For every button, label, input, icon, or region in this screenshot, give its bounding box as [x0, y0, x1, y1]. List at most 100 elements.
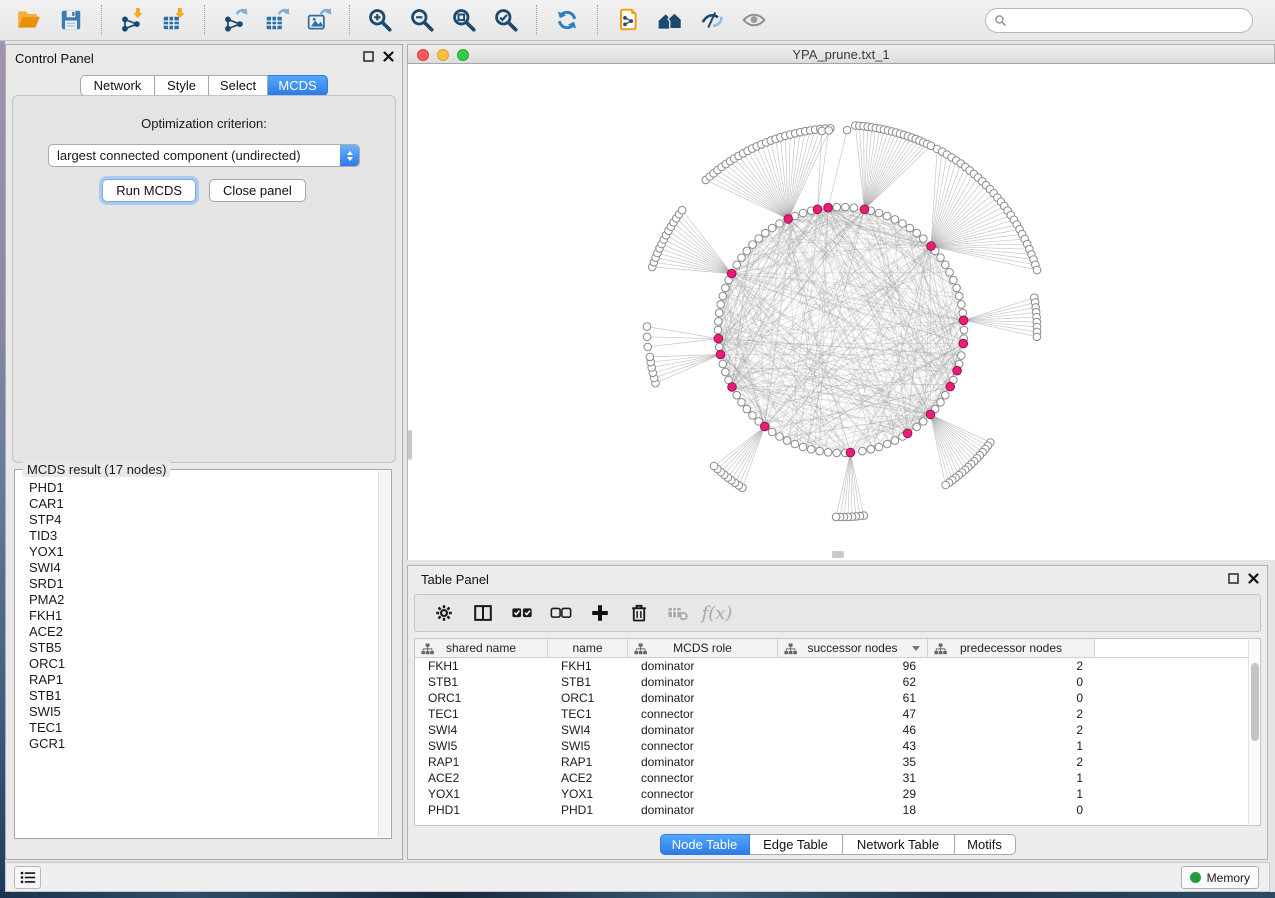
mcds-hub-node[interactable]	[953, 366, 962, 375]
run-mcds-button[interactable]: Run MCDS	[102, 179, 196, 202]
network-node[interactable]	[958, 301, 966, 309]
network-node[interactable]	[946, 269, 954, 277]
mcds-result-node[interactable]: GCR1	[16, 736, 377, 752]
network-node[interactable]	[920, 418, 928, 426]
network-node[interactable]	[799, 443, 807, 451]
tab-mcds[interactable]: MCDS	[268, 75, 328, 96]
network-node[interactable]	[942, 261, 950, 269]
table-scrollbar-thumb[interactable]	[1251, 663, 1259, 741]
add-icon[interactable]	[587, 600, 613, 626]
network-node[interactable]	[891, 216, 899, 224]
network-graph[interactable]	[408, 64, 1275, 560]
tab-select[interactable]: Select	[209, 75, 268, 96]
mcds-hub-node[interactable]	[959, 316, 968, 325]
network-node[interactable]	[906, 224, 914, 232]
table-row[interactable]: PHD1PHD1dominator180	[415, 802, 1260, 818]
mcds-result-node[interactable]: ACE2	[16, 624, 377, 640]
mcds-hub-node[interactable]	[860, 205, 869, 214]
mcds-result-node[interactable]: STB1	[16, 688, 377, 704]
network-node[interactable]	[733, 391, 741, 399]
network-leaf-node[interactable]	[646, 353, 654, 361]
mcds-result-node[interactable]: ORC1	[16, 656, 377, 672]
network-node[interactable]	[738, 254, 746, 262]
network-node[interactable]	[953, 284, 961, 292]
network-leaf-node[interactable]	[643, 323, 651, 331]
network-node[interactable]	[755, 235, 763, 243]
column-header-MCDS-role[interactable]: MCDS role	[628, 639, 778, 657]
network-node[interactable]	[920, 235, 928, 243]
network-node[interactable]	[768, 224, 776, 232]
network-node[interactable]	[776, 433, 784, 441]
mcds-hub-node[interactable]	[761, 422, 770, 431]
export-table-icon[interactable]	[262, 5, 292, 35]
search-box[interactable]	[985, 8, 1253, 33]
network-leaf-node[interactable]	[1033, 333, 1041, 341]
column-header-shared-name[interactable]: shared name	[415, 639, 548, 657]
mcds-hub-node[interactable]	[813, 205, 822, 214]
network-canvas[interactable]	[407, 64, 1275, 560]
mcds-result-node[interactable]: YOX1	[16, 544, 377, 560]
zoom-fit-icon[interactable]	[449, 5, 479, 35]
network-node[interactable]	[799, 209, 807, 217]
mcds-result-node[interactable]: SWI4	[16, 560, 377, 576]
network-leaf-node[interactable]	[942, 481, 950, 489]
delete-icon[interactable]	[626, 600, 652, 626]
network-node[interactable]	[899, 220, 907, 228]
minimize-window-icon[interactable]	[437, 49, 449, 61]
mcds-result-node[interactable]: STP4	[16, 512, 377, 528]
memory-button[interactable]: Memory	[1181, 866, 1259, 889]
mcds-hub-node[interactable]	[714, 334, 723, 343]
network-node[interactable]	[937, 254, 945, 262]
network-node[interactable]	[875, 209, 883, 217]
mcds-hub-node[interactable]	[846, 448, 855, 457]
tab-node-table[interactable]: Node Table	[660, 834, 750, 855]
import-network-icon[interactable]	[117, 5, 147, 35]
close-panel-icon[interactable]	[383, 51, 394, 62]
network-node[interactable]	[913, 229, 921, 237]
network-node[interactable]	[958, 352, 966, 360]
network-leaf-node[interactable]	[644, 343, 652, 351]
network-leaf-node[interactable]	[832, 513, 840, 521]
network-node[interactable]	[883, 440, 891, 448]
network-window-titlebar[interactable]: YPA_prune.txt_1	[407, 44, 1275, 64]
table-row[interactable]: SWI5SWI5connector431	[415, 738, 1260, 754]
network-leaf-node[interactable]	[825, 127, 833, 135]
network-node[interactable]	[743, 405, 751, 413]
table-row[interactable]: FKH1FKH1dominator962	[415, 658, 1260, 674]
table-row[interactable]: RAP1RAP1dominator352	[415, 754, 1260, 770]
network-node[interactable]	[715, 309, 723, 317]
mcds-result-node[interactable]: SRD1	[16, 576, 377, 592]
network-leaf-node[interactable]	[843, 126, 851, 134]
table-row[interactable]: TEC1TEC1connector472	[415, 706, 1260, 722]
network-node[interactable]	[733, 261, 741, 269]
network-node[interactable]	[715, 343, 723, 351]
network-leaf-node[interactable]	[643, 333, 651, 341]
mcds-result-node[interactable]: CAR1	[16, 496, 377, 512]
network-node[interactable]	[959, 309, 967, 317]
network-node[interactable]	[891, 437, 899, 445]
save-session-icon[interactable]	[56, 5, 86, 35]
table-row[interactable]: STB1STB1dominator620	[415, 674, 1260, 690]
network-node[interactable]	[824, 449, 832, 457]
column-header-predecessor-nodes[interactable]: predecessor nodes	[928, 639, 1095, 657]
vizmapper-icon[interactable]	[697, 5, 727, 35]
column-header-successor-nodes[interactable]: successor nodes	[778, 639, 928, 657]
network-node[interactable]	[859, 447, 867, 455]
refresh-icon[interactable]	[552, 5, 582, 35]
network-node[interactable]	[768, 428, 776, 436]
settings-icon[interactable]	[431, 600, 457, 626]
network-node[interactable]	[776, 220, 784, 228]
export-network-icon[interactable]	[220, 5, 250, 35]
column-header-name[interactable]: name	[548, 639, 628, 657]
network-node[interactable]	[749, 241, 757, 249]
result-list-scrollbar[interactable]	[378, 471, 390, 837]
network-node[interactable]	[715, 318, 723, 326]
mcds-result-node[interactable]: STB5	[16, 640, 377, 656]
mcds-hub-node[interactable]	[728, 383, 737, 392]
eye-icon[interactable]	[739, 5, 769, 35]
mcds-hub-node[interactable]	[824, 203, 833, 212]
mcds-result-node[interactable]: TEC1	[16, 720, 377, 736]
network-node[interactable]	[913, 423, 921, 431]
network-leaf-node[interactable]	[1033, 266, 1041, 274]
tab-style[interactable]: Style	[155, 75, 209, 96]
